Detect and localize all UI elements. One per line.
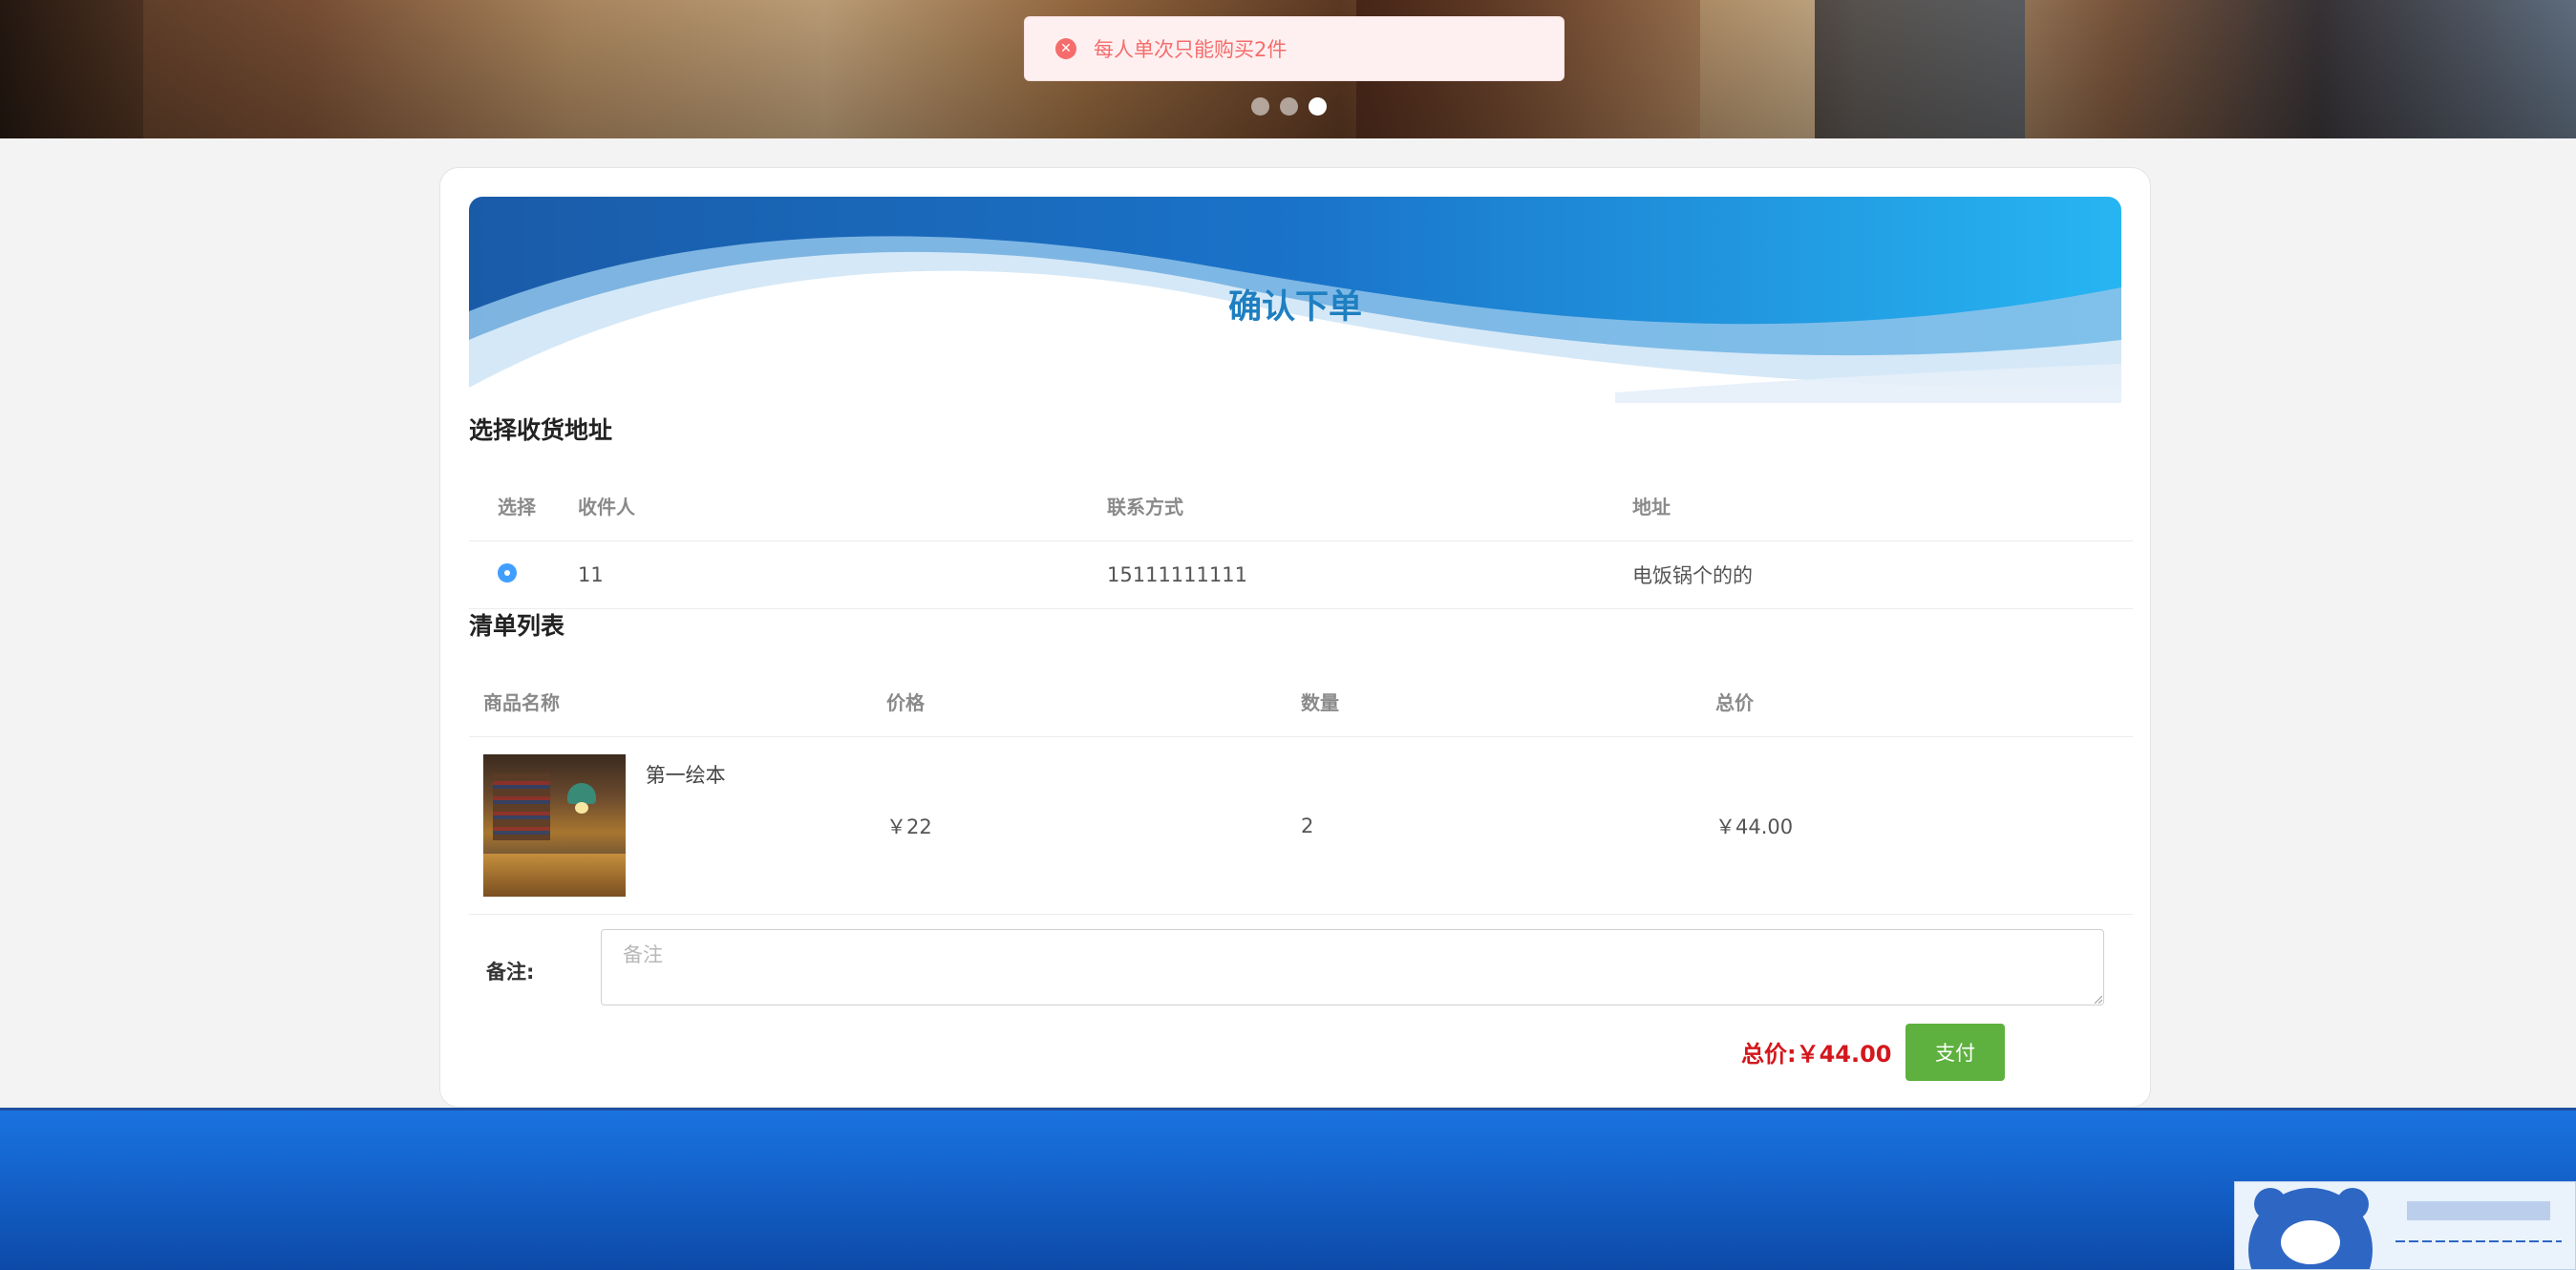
watermark-text-art [2395,1201,2562,1242]
column-header: 收件人 [577,470,1106,541]
product-subtotal: ￥44.00 [1714,736,2133,915]
error-circle-icon: ✕ [1055,38,1076,59]
product-thumbnail[interactable] [483,754,626,897]
order-table-header: 商品名称 价格 数量 总价 [469,666,2133,737]
order-item-row: 第一绘本 ￥22 2 ￥44.00 [469,736,2133,915]
product-price: ￥22 [885,736,1300,915]
carousel-dot-active[interactable] [1309,97,1327,116]
page-footer [0,1111,2576,1270]
column-header: 数量 [1300,666,1714,737]
carousel-dot[interactable] [1280,97,1298,116]
pay-button[interactable]: 支付 [1905,1024,2005,1081]
site-watermark-logo [2234,1181,2576,1270]
order-list-title: 清单列表 [469,612,565,640]
address-table: 选择 收件人 联系方式 地址 11 15111111111 电饭锅个的的 [469,470,2133,609]
column-header: 价格 [885,666,1300,737]
page-title: 确认下单 [1227,288,1362,327]
column-header: 总价 [1714,666,2133,737]
remark-label: 备注: [486,961,535,984]
column-header: 联系方式 [1106,470,1631,541]
column-header: 商品名称 [469,666,885,737]
toast-message: 每人单次只能购买2件 [1094,38,1288,61]
remark-input[interactable] [601,929,2104,1005]
address-recipient: 11 [577,540,1106,609]
bear-logo-icon [2281,1220,2340,1264]
address-phone: 15111111111 [1106,540,1631,609]
product-quantity: 2 [1300,736,1714,915]
order-items-table: 商品名称 价格 数量 总价 第一绘本 ￥22 2 ￥44.00 [469,666,2133,915]
resize-grip-icon[interactable] [2093,994,2102,1004]
address-table-header: 选择 收件人 联系方式 地址 [469,470,2133,541]
total-price: 总价:￥44.00 [1741,1041,1892,1068]
address-radio-selected[interactable] [498,562,517,582]
carousel-dot[interactable] [1251,97,1269,116]
address-row[interactable]: 11 15111111111 电饭锅个的的 [469,540,2133,609]
carousel-indicators [1251,97,1327,116]
column-header: 地址 [1631,470,2133,541]
address-detail: 电饭锅个的的 [1631,540,2133,609]
order-confirm-card: 确认下单 选择收货地址 选择 收件人 联系方式 地址 11 1511111111… [439,167,2151,1108]
column-header: 选择 [469,470,577,541]
error-toast: ✕ 每人单次只能购买2件 [1024,16,1565,81]
hero-banner: 确认下单 [469,197,2121,403]
product-name[interactable]: 第一绘本 [646,760,726,789]
address-section-title: 选择收货地址 [469,416,613,444]
